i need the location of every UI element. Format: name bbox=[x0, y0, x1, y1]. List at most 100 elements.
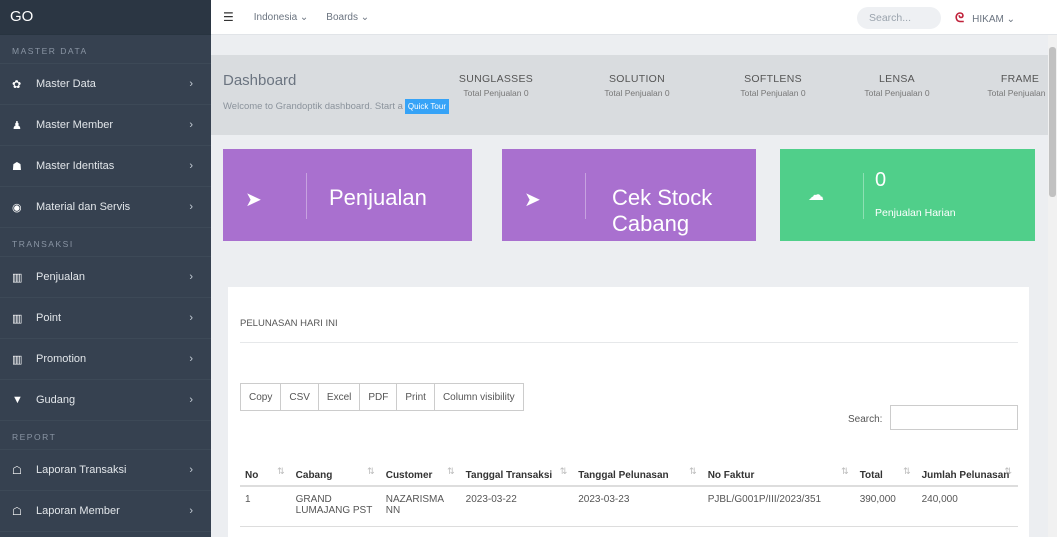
users-icon: ☗ bbox=[12, 160, 22, 173]
table-search-label: Search: bbox=[848, 414, 883, 425]
export-csv-button[interactable]: CSV bbox=[280, 383, 319, 411]
export-pdf-button[interactable]: PDF bbox=[359, 383, 398, 411]
column-header-label: No Faktur bbox=[707, 470, 755, 481]
sort-icon: ⇅ bbox=[447, 466, 455, 476]
column-header-total[interactable]: Total ⇅ bbox=[854, 439, 917, 487]
column-header-label: Total bbox=[859, 470, 883, 481]
column-header-tanggal-transaksi[interactable]: Tanggal Transaksi ⇅ bbox=[460, 439, 574, 487]
stat-total: Total Penjualan 0 bbox=[740, 88, 806, 98]
scrollbar-thumb[interactable] bbox=[1049, 47, 1056, 197]
user-name: HIKAM ⌄ bbox=[972, 14, 1015, 25]
column-header-label: Jumlah Pelunasan bbox=[921, 470, 1010, 481]
stat-total: Total Penjualan 0 bbox=[463, 88, 529, 98]
column-header-label: Customer bbox=[385, 470, 433, 481]
stat-total: Total Penjualan 0 bbox=[604, 88, 670, 98]
sidebar-item-master-identitas[interactable]: ☗ Master Identitas › bbox=[0, 146, 211, 187]
table-cell: PJBL/G001P/III/2023/351 bbox=[702, 486, 855, 527]
column-header-customer[interactable]: Customer ⇅ bbox=[380, 439, 461, 487]
stat-sunglasses: SUNGLASSES Total Penjualan 0 bbox=[446, 73, 546, 98]
table-search-input[interactable] bbox=[890, 405, 1018, 430]
stat-frame: FRAME Total Penjualan 0 bbox=[970, 73, 1057, 98]
panel-divider bbox=[240, 342, 1018, 343]
table-cell: NAZARISMA NN bbox=[380, 486, 461, 527]
sidebar-item-label: Laporan Member bbox=[36, 505, 120, 517]
cloud-upload-icon: ☁ bbox=[808, 187, 824, 204]
page-title: Dashboard bbox=[223, 72, 297, 89]
column-header-no-faktur[interactable]: No Faktur ⇅ bbox=[702, 439, 855, 487]
stat-total: Total Penjualan 0 bbox=[864, 88, 930, 98]
table-row[interactable]: 1 GRAND LUMAJANG PST NAZARISMA NN 2023-03-2… bbox=[240, 486, 1018, 527]
tile-penjualan-label: Penjualan bbox=[329, 185, 427, 210]
export-column-visibility-button[interactable]: Column visibility bbox=[433, 383, 524, 411]
sidebar-item-label: Master Member bbox=[36, 119, 114, 131]
quick-tour-button[interactable]: Quick Tour bbox=[404, 99, 449, 114]
stat-lensa: LENSA Total Penjualan 0 bbox=[847, 73, 947, 98]
brand-logo[interactable]: GO bbox=[0, 0, 211, 35]
sidebar-item-promotion[interactable]: ▥ Promotion › bbox=[0, 339, 211, 380]
user-menu[interactable]: ᘓ HIKAM ⌄ bbox=[955, 10, 1015, 26]
person-icon: ♟ bbox=[12, 119, 22, 132]
stat-total: Total Penjualan 0 bbox=[987, 88, 1053, 98]
top-navbar: ☰ Indonesia ⌄ Boards ⌄ Search... ᘓ HIKAM … bbox=[211, 0, 1057, 35]
sidebar-item-master-member[interactable]: ♟ Master Member › bbox=[0, 105, 211, 146]
sidebar-item-laporan-transaksi[interactable]: ☖ Laporan Transaksi › bbox=[0, 450, 211, 491]
chevron-right-icon: › bbox=[189, 394, 193, 406]
chevron-right-icon: › bbox=[189, 464, 193, 476]
top-search-input[interactable]: Search... bbox=[857, 7, 941, 29]
sidebar-item-point[interactable]: ▥ Point › bbox=[0, 298, 211, 339]
page-subtitle: Welcome to Grandoptik dashboard. Start a… bbox=[223, 99, 449, 114]
sidebar-item-laporan-member[interactable]: ☖ Laporan Member › bbox=[0, 491, 211, 532]
sidebar-item-label: Point bbox=[36, 312, 62, 324]
paper-plane-icon: ➤ bbox=[524, 189, 541, 211]
tile-harian-count: 0 bbox=[875, 169, 887, 191]
column-header-tanggal-pelunasan[interactable]: Tanggal Pelunasan ⇅ bbox=[573, 439, 703, 487]
globe-icon: ◉ bbox=[12, 201, 22, 214]
tile-harian-label: Penjualan Harian bbox=[875, 207, 956, 219]
tile-cek-stock-label-2: Cabang bbox=[612, 211, 690, 236]
report-icon: ☖ bbox=[12, 505, 22, 518]
bar-chart-icon: ▥ bbox=[12, 271, 23, 284]
menu-toggle-icon[interactable]: ☰ bbox=[223, 10, 234, 24]
chevron-right-icon: › bbox=[189, 160, 193, 172]
sidebar-section-title: MASTER DATA bbox=[0, 35, 211, 64]
column-header-label: Tanggal Transaksi bbox=[465, 470, 553, 481]
nav-boards-dropdown[interactable]: Boards ⌄ bbox=[326, 12, 369, 23]
stat-solution: SOLUTION Total Penjualan 0 bbox=[587, 73, 687, 98]
tile-cek-stock[interactable]: ➤ Cek Stock Cabang bbox=[502, 149, 756, 241]
panel-title: PELUNASAN HARI INI bbox=[240, 318, 338, 329]
sidebar: GO MASTER DATA ✿ Master Data › ♟ Master Membe… bbox=[0, 0, 211, 537]
bar-chart-icon: ▥ bbox=[12, 312, 23, 325]
export-print-button[interactable]: Print bbox=[396, 383, 435, 411]
tile-penjualan-harian[interactable]: ☁ 0 Penjualan Harian bbox=[780, 149, 1035, 241]
paper-plane-icon: ➤ bbox=[245, 189, 262, 211]
table-cell: 390,000 bbox=[854, 486, 917, 527]
report-icon: ☖ bbox=[12, 464, 22, 477]
sidebar-item-material-dan-servis[interactable]: ◉ Material dan Servis › bbox=[0, 187, 211, 228]
page-scrollbar[interactable] bbox=[1048, 35, 1057, 537]
chevron-right-icon: › bbox=[189, 78, 193, 90]
export-copy-button[interactable]: Copy bbox=[240, 383, 282, 411]
stat-name: SOFTLENS bbox=[744, 73, 802, 85]
tile-penjualan[interactable]: ➤ Penjualan bbox=[223, 149, 472, 241]
export-excel-button[interactable]: Excel bbox=[317, 383, 361, 411]
tile-divider bbox=[863, 173, 864, 219]
sidebar-item-gudang[interactable]: ▼ Gudang › bbox=[0, 380, 211, 421]
sidebar-item-label: Promotion bbox=[36, 353, 87, 365]
sidebar-item-label: Master Data bbox=[36, 78, 96, 90]
chevron-right-icon: › bbox=[189, 119, 193, 131]
column-header-label: No bbox=[245, 470, 259, 481]
column-header-jumlah-pelunasan[interactable]: Jumlah Pelunasan ⇅ bbox=[916, 439, 1018, 487]
sidebar-section-title: TRANSAKSI bbox=[0, 228, 211, 257]
chevron-right-icon: › bbox=[189, 312, 193, 324]
sort-icon: ⇅ bbox=[367, 466, 375, 476]
column-header-no[interactable]: No ⇅ bbox=[240, 439, 291, 487]
stat-name: FRAME bbox=[1000, 73, 1040, 85]
sidebar-item-master-data[interactable]: ✿ Master Data › bbox=[0, 64, 211, 105]
sort-icon: ⇅ bbox=[277, 466, 285, 476]
pelunasan-panel: PELUNASAN HARI INI Copy CSV Excel PDF Print C… bbox=[228, 287, 1029, 537]
nav-indonesia-dropdown[interactable]: Indonesia ⌄ bbox=[254, 12, 309, 23]
column-header-cabang[interactable]: Cabang ⇅ bbox=[290, 439, 381, 487]
sort-icon: ⇅ bbox=[559, 466, 568, 476]
sort-icon: ⇅ bbox=[1004, 466, 1012, 476]
sidebar-item-penjualan[interactable]: ▥ Penjualan › bbox=[0, 257, 211, 298]
